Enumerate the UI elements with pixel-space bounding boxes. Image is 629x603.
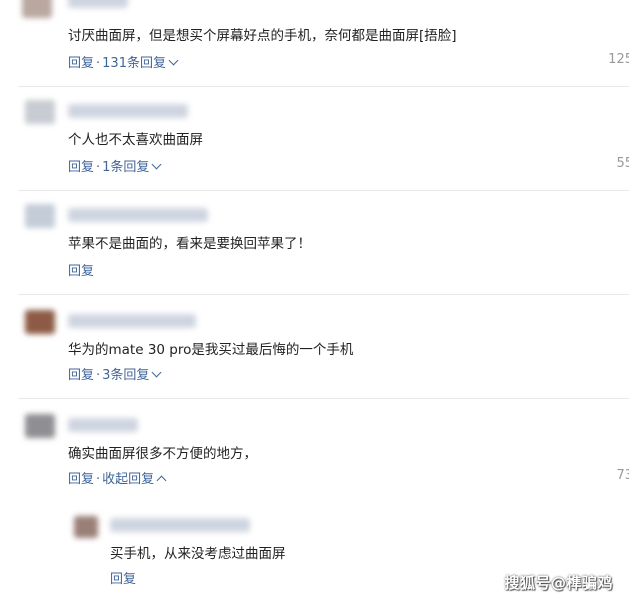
replies-count: 3条回复 [102, 368, 150, 383]
reply-button[interactable]: 回复 [68, 56, 94, 71]
username[interactable] [110, 518, 250, 532]
divider [18, 190, 629, 191]
replies-count: 131条回复 [102, 56, 166, 71]
reply-button[interactable]: 回复 [110, 572, 136, 587]
avatar[interactable] [22, 0, 52, 18]
divider [18, 86, 629, 87]
avatar[interactable] [25, 100, 55, 124]
chevron-down-icon [151, 159, 162, 170]
avatar[interactable] [25, 310, 55, 334]
avatar[interactable] [25, 414, 55, 438]
reply-button[interactable]: 回复 [68, 368, 94, 383]
comment-text: 苹果不是曲面的，看来是要换回苹果了！ [68, 236, 311, 252]
view-replies-button[interactable]: 131条回复 [102, 55, 179, 71]
avatar[interactable] [74, 516, 98, 538]
reply-button[interactable]: 回复 [68, 264, 94, 279]
username[interactable] [68, 0, 128, 8]
reply-actions: 回复 [110, 568, 136, 587]
like-count[interactable]: 55 [616, 156, 629, 171]
comment-actions: 回复 · 131条回复 [68, 52, 179, 71]
comment-text: 确实曲面屏很多不方便的地方， [68, 446, 257, 462]
avatar[interactable] [25, 204, 55, 228]
reply-button[interactable]: 回复 [68, 472, 94, 487]
divider [18, 294, 629, 295]
collapse-label: 收起回复 [102, 472, 155, 487]
like-count[interactable]: 125 [608, 52, 629, 67]
chevron-down-icon [151, 367, 162, 378]
comment-actions: 回复 · 收起回复 [68, 468, 167, 487]
username[interactable] [68, 418, 138, 432]
like-count[interactable]: 73 [616, 468, 629, 483]
view-replies-button[interactable]: 1条回复 [102, 159, 162, 175]
comment-actions: 回复 · 1条回复 [68, 156, 162, 175]
comment-actions: 回复 · 3条回复 [68, 364, 162, 383]
view-replies-button[interactable]: 3条回复 [102, 367, 162, 383]
reply-text: 买手机，从来没考虑过曲面屏 [110, 546, 286, 562]
username[interactable] [68, 208, 208, 222]
chevron-up-icon [156, 475, 167, 486]
comment-text: 华为的mate 30 pro是我买过最后悔的一个手机 [68, 342, 354, 358]
collapse-replies-button[interactable]: 收起回复 [102, 472, 167, 487]
reply-button[interactable]: 回复 [68, 160, 94, 175]
comment-actions: 回复 [68, 260, 94, 279]
divider [18, 398, 629, 399]
chevron-down-icon [168, 55, 179, 66]
watermark: 搜狐号@榫骗鸡 [504, 574, 613, 592]
username[interactable] [68, 314, 196, 328]
comment-text: 个人也不太喜欢曲面屏 [68, 132, 203, 148]
username[interactable] [68, 104, 188, 118]
comment-text: 讨厌曲面屏，但是想买个屏幕好点的手机，奈何都是曲面屏[捂脸] [68, 28, 457, 44]
replies-count: 1条回复 [102, 160, 150, 175]
